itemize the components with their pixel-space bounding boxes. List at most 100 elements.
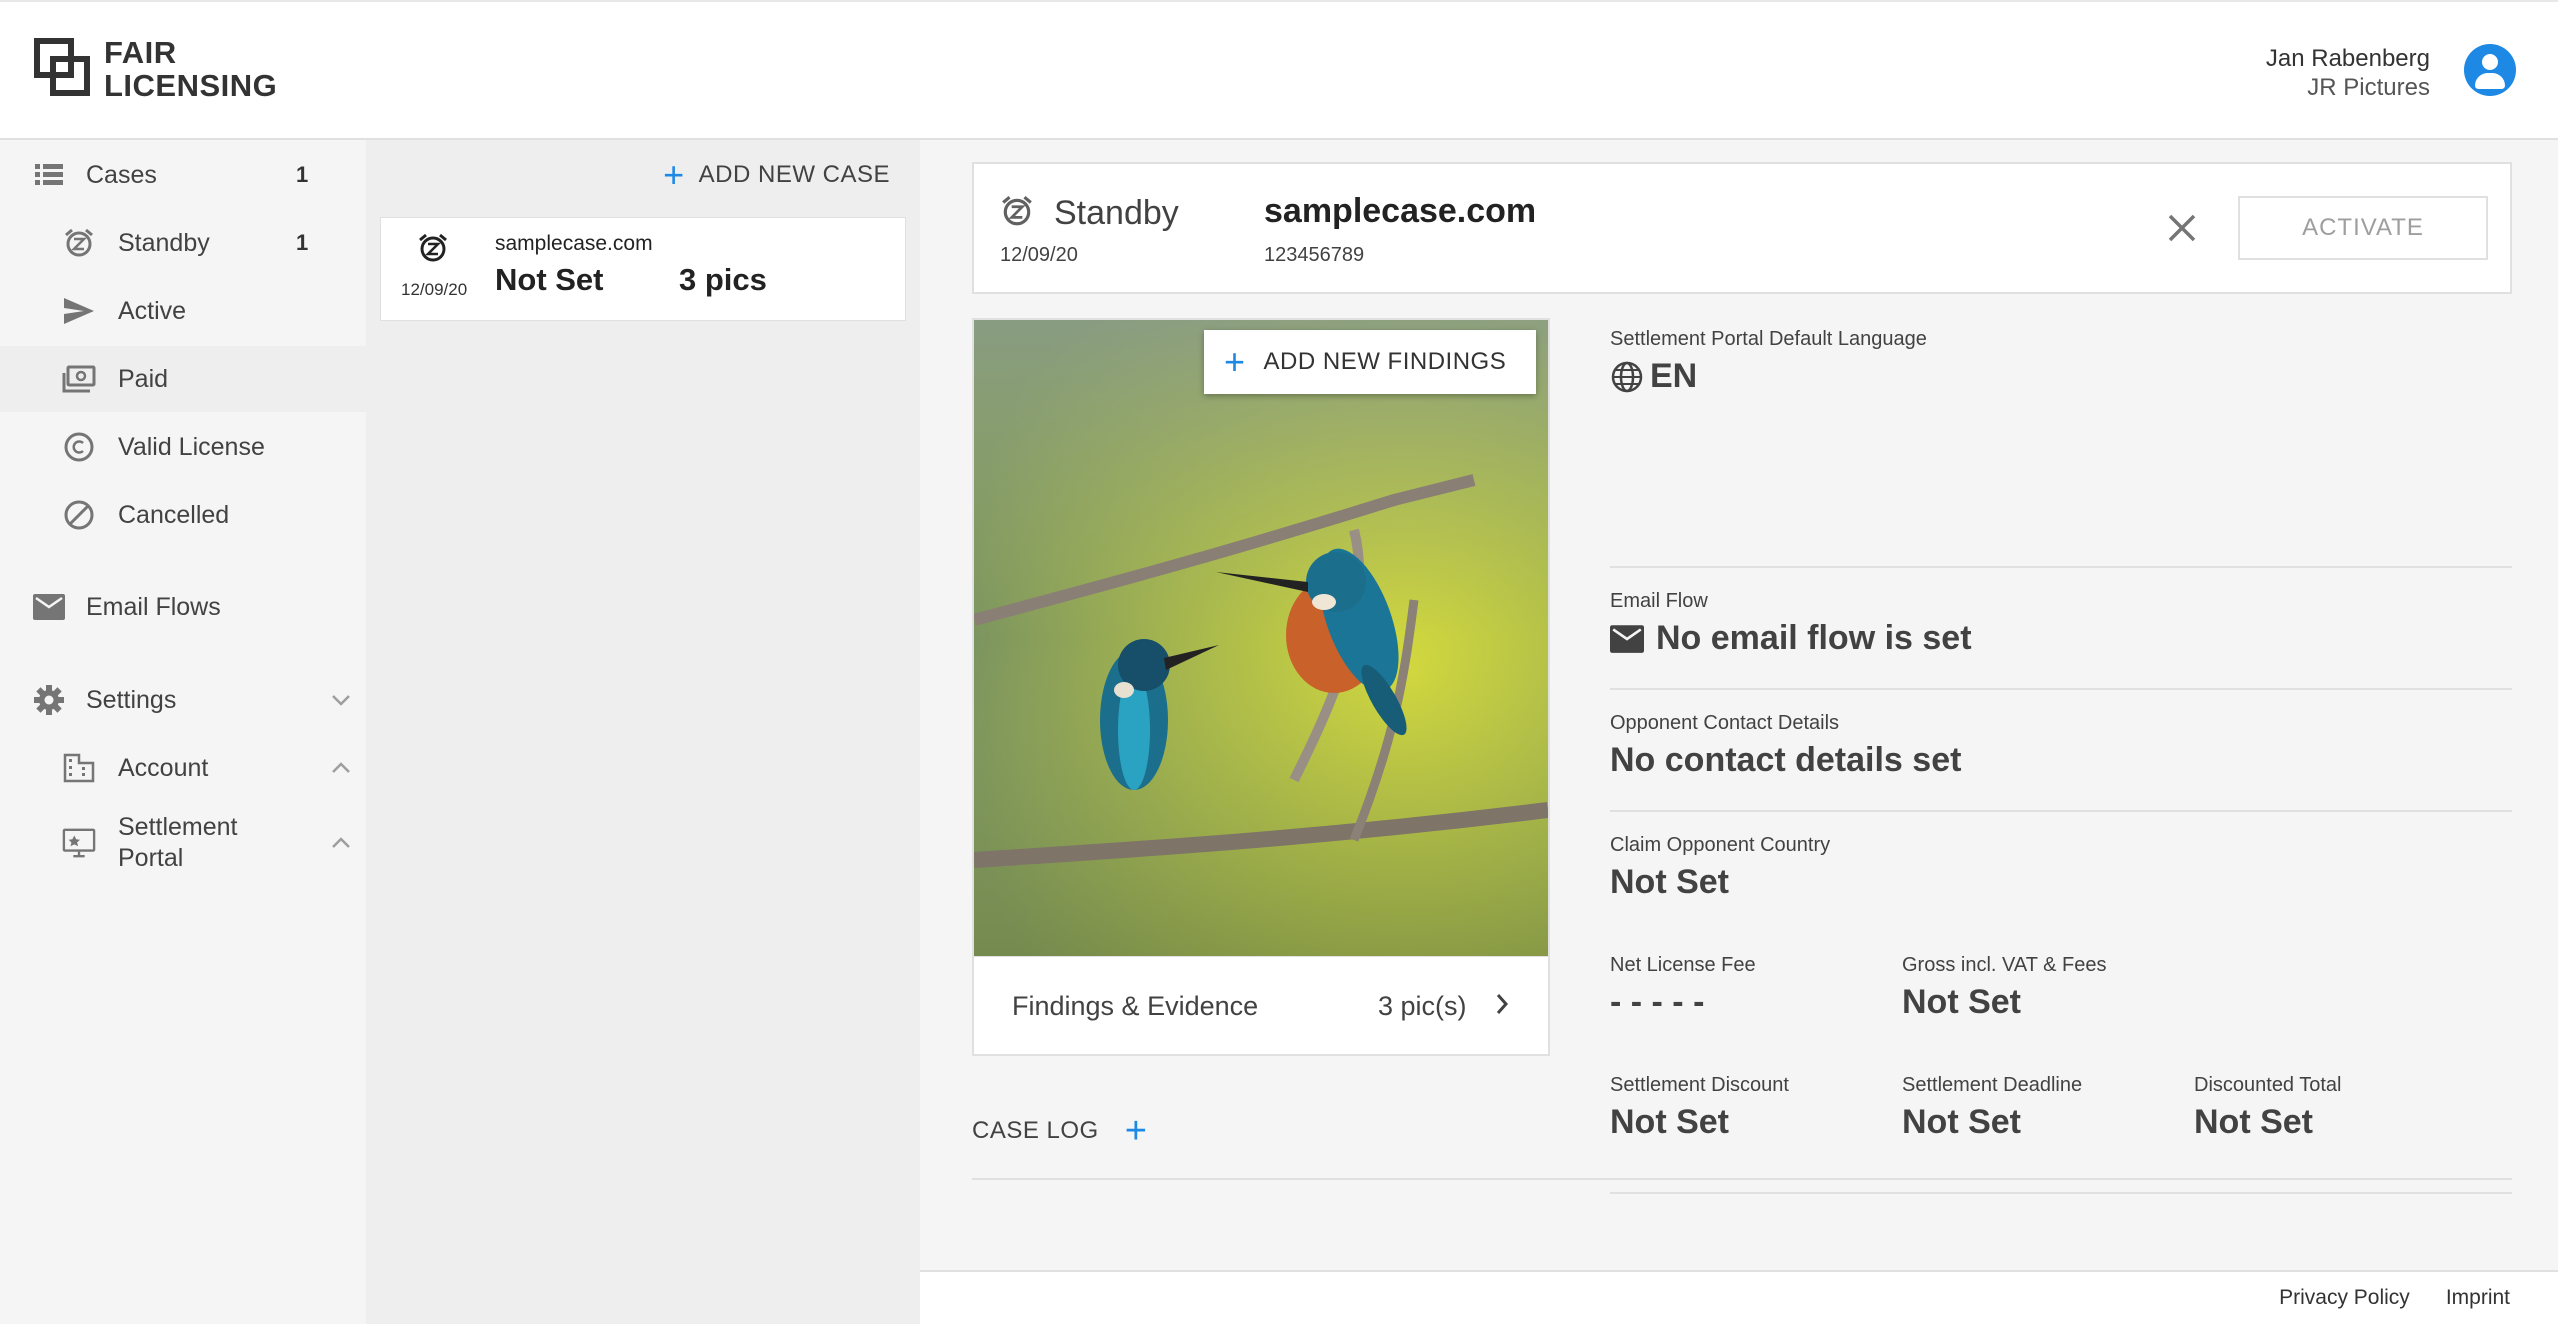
field-label: Settlement Portal Default Language <box>1610 328 1927 350</box>
add-new-case-label: ADD NEW CASE <box>698 161 890 188</box>
divider <box>972 1178 2512 1180</box>
findings-count: 3 pic(s) <box>1378 991 1467 1021</box>
alarm-snooze-icon <box>1000 194 1034 233</box>
account-circle-icon[interactable] <box>2464 44 2516 96</box>
case-domain: samplecase.com <box>1264 192 1537 230</box>
sidebar-item-count: 1 <box>296 230 309 255</box>
logo-line-2: LICENSING <box>104 68 278 103</box>
case-detail-panel: Standby 12/09/20 samplecase.com 12345678… <box>920 140 2558 1270</box>
field-label: Discounted Total <box>2194 1074 2342 1096</box>
divider <box>1610 566 2512 568</box>
plus-icon: + <box>663 154 685 195</box>
add-new-findings-button[interactable]: + ADD NEW FINDINGS <box>1204 330 1536 394</box>
mail-icon <box>1610 624 1644 653</box>
field-value: Not Set <box>1610 1103 1729 1141</box>
user-info: Jan Rabenberg JR Pictures <box>2266 44 2430 102</box>
list-icon <box>32 158 66 192</box>
case-status: Not Set <box>495 262 604 297</box>
finding-image[interactable]: + ADD NEW FINDINGS <box>974 320 1548 956</box>
user-company: JR Pictures <box>2307 74 2430 101</box>
case-summary-card: Standby 12/09/20 samplecase.com 12345678… <box>972 162 2512 294</box>
field-opponent-country: Claim Opponent Country Not Set <box>1610 834 1830 902</box>
plus-icon: + <box>1224 341 1246 382</box>
sidebar-item-valid-license[interactable]: Valid License <box>0 414 366 480</box>
findings-card: + ADD NEW FINDINGS Findings & Evidence 3… <box>972 318 1550 1056</box>
footer: Privacy Policy Imprint <box>920 1270 2558 1324</box>
field-label: Settlement Deadline <box>1902 1074 2083 1096</box>
sidebar-cases-label: Cases <box>86 160 157 189</box>
close-icon[interactable] <box>2162 208 2202 248</box>
case-pics-count: 3 pics <box>679 262 767 297</box>
chevron-down-icon[interactable] <box>328 687 354 713</box>
sidebar-item-paid[interactable]: Paid <box>0 346 366 412</box>
add-new-findings-label: ADD NEW FINDINGS <box>1263 348 1507 375</box>
copyright-icon <box>62 430 96 464</box>
sidebar-item-standby[interactable]: Standby 1 <box>0 210 366 276</box>
field-default-language: Settlement Portal Default Language EN <box>1610 328 1927 396</box>
divider <box>1610 688 2512 690</box>
field-value: No email flow is set <box>1656 619 1972 657</box>
sidebar-item-cases[interactable]: Cases 1 <box>0 142 366 208</box>
field-value: - - - - - <box>1610 983 1705 1021</box>
chevron-up-icon[interactable] <box>328 755 354 781</box>
chevron-up-icon[interactable] <box>328 830 354 856</box>
field-value: Not Set <box>1902 1103 2021 1141</box>
case-log-title: CASE LOG <box>972 1117 1099 1144</box>
sidebar-item-label: Account <box>118 753 209 782</box>
globe-icon <box>1610 360 1644 394</box>
sidebar-item-account[interactable]: Account <box>0 735 366 801</box>
business-icon <box>62 751 96 785</box>
sidebar-settings-label: Settings <box>86 685 177 714</box>
activate-button[interactable]: ACTIVATE <box>2238 196 2488 260</box>
field-gross: Gross incl. VAT & Fees Not Set <box>1902 954 2107 1022</box>
mail-icon <box>32 590 66 624</box>
logo-mark-icon <box>34 38 94 100</box>
sidebar-item-cancelled[interactable]: Cancelled <box>0 482 366 548</box>
add-new-case-button[interactable]: + ADD NEW CASE <box>663 154 890 195</box>
field-label: Net License Fee <box>1610 954 1756 976</box>
sidebar-item-active[interactable]: Active <box>0 278 366 344</box>
case-id: 123456789 <box>1264 244 1365 266</box>
send-icon <box>62 294 96 328</box>
logo-line-1: FAIR <box>104 35 177 70</box>
sidebar-item-settings[interactable]: Settings <box>0 667 366 733</box>
sidebar-item-label: Paid <box>118 364 169 393</box>
block-icon <box>62 498 96 532</box>
sidebar-item-label: Valid License <box>118 432 265 461</box>
sidebar-item-settlement-portal[interactable]: Settlement Portal <box>0 800 366 886</box>
field-label: Claim Opponent Country <box>1610 834 1831 856</box>
field-value: No contact details set <box>1610 741 1962 779</box>
divider <box>1610 1192 2512 1194</box>
app-header: FAIR LICENSING Jan Rabenberg JR Pictures <box>0 0 2558 140</box>
findings-evidence-link[interactable]: Findings & Evidence 3 pic(s) <box>974 956 1548 1054</box>
fair-licensing-logo[interactable]: FAIR LICENSING <box>34 36 277 102</box>
sidebar: Cases 1 Standby 1 Active Paid Valid Lice… <box>0 140 366 1324</box>
field-settlement-deadline: Settlement Deadline Not Set <box>1902 1074 2082 1142</box>
alarm-snooze-icon <box>62 226 96 260</box>
field-value: Not Set <box>1610 863 1729 901</box>
sidebar-item-label: Settlement Portal <box>118 813 238 872</box>
field-email-flow: Email Flow No email flow is set <box>1610 590 1972 658</box>
gear-icon <box>32 683 66 717</box>
field-label: Gross incl. VAT & Fees <box>1902 954 2107 976</box>
case-date: 12/09/20 <box>1000 244 1078 266</box>
divider <box>1610 810 2512 812</box>
sidebar-item-email-flows[interactable]: Email Flows <box>0 574 366 640</box>
add-log-entry-icon[interactable]: + <box>1125 1112 1147 1150</box>
sidebar-item-label: Standby <box>118 228 210 257</box>
field-settlement-discount: Settlement Discount Not Set <box>1610 1074 1789 1142</box>
privacy-policy-link[interactable]: Privacy Policy <box>2279 1286 2410 1310</box>
field-net-license-fee: Net License Fee - - - - - <box>1610 954 1756 1022</box>
sidebar-item-label: Cancelled <box>118 500 230 529</box>
case-list-panel: + ADD NEW CASE 12/09/20 samplecase.com N… <box>366 140 920 1324</box>
imprint-link[interactable]: Imprint <box>2446 1286 2510 1310</box>
chevron-right-icon <box>1494 991 1510 1022</box>
case-list-item[interactable]: 12/09/20 samplecase.com Not Set 3 pics <box>380 217 906 321</box>
money-icon <box>62 362 96 396</box>
case-domain: samplecase.com <box>495 232 653 255</box>
monitor-star-icon <box>62 826 96 860</box>
field-value: Not Set <box>2194 1103 2313 1141</box>
sidebar-item-label: Active <box>118 296 187 325</box>
user-name: Jan Rabenberg <box>2265 45 2430 72</box>
field-label: Settlement Discount <box>1610 1074 1789 1096</box>
